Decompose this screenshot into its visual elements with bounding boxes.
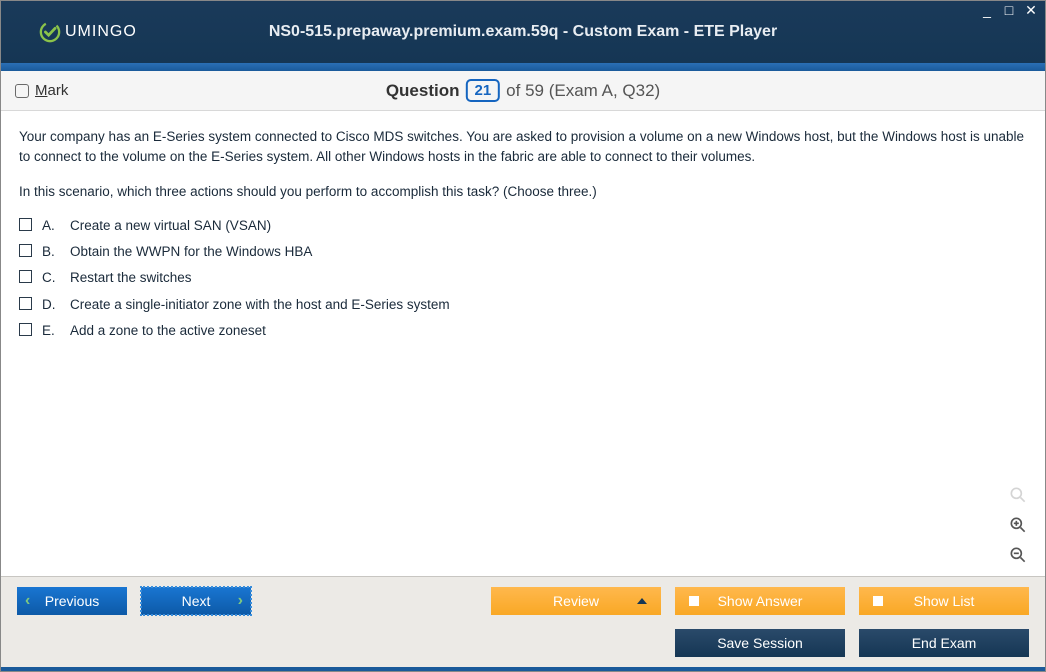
close-button[interactable]: ✕ — [1023, 3, 1039, 19]
button-label: Review — [553, 593, 599, 609]
button-label: Previous — [45, 593, 99, 609]
save-session-button[interactable]: Save Session — [675, 629, 845, 657]
chevron-left-icon: ‹ — [25, 592, 30, 610]
app-logo: UMINGO — [1, 21, 137, 43]
logo-checkmark-icon — [39, 21, 61, 43]
option-text: Create a new virtual SAN (VSAN) — [70, 216, 271, 236]
option-letter: C. — [42, 268, 60, 288]
button-label: Save Session — [717, 635, 803, 651]
checkbox-icon — [19, 244, 32, 257]
mark-checkbox-icon — [15, 84, 29, 98]
minimize-button[interactable]: _ — [979, 3, 995, 19]
question-paragraph-1: Your company has an E-Series system conn… — [19, 127, 1027, 168]
zoom-out-icon[interactable] — [1007, 544, 1029, 566]
mark-label: Mark — [35, 82, 68, 99]
maximize-button[interactable]: □ — [1001, 3, 1017, 19]
question-number[interactable]: 21 — [465, 79, 500, 102]
header-divider — [1, 63, 1045, 71]
action-buttons: Review Show Answer Show List — [491, 587, 1029, 615]
option-a[interactable]: A. Create a new virtual SAN (VSAN) — [19, 216, 1027, 236]
option-letter: D. — [42, 295, 60, 315]
checkbox-icon — [19, 270, 32, 283]
option-text: Restart the switches — [70, 268, 192, 288]
question-paragraph-2: In this scenario, which three actions sh… — [19, 182, 1027, 202]
checkbox-icon — [19, 297, 32, 310]
option-text: Create a single-initiator zone with the … — [70, 295, 450, 315]
window-title: NS0-515.prepaway.premium.exam.59q - Cust… — [269, 23, 777, 41]
next-button[interactable]: Next › — [141, 587, 251, 615]
triangle-up-icon — [637, 598, 647, 604]
checkbox-icon — [19, 218, 32, 231]
question-content: Your company has an E-Series system conn… — [1, 111, 1045, 576]
question-total: of 59 (Exam A, Q32) — [506, 81, 660, 101]
options-list: A. Create a new virtual SAN (VSAN) B. Ob… — [19, 216, 1027, 341]
window-controls: _ □ ✕ — [979, 3, 1039, 19]
option-e[interactable]: E. Add a zone to the active zoneset — [19, 321, 1027, 341]
option-letter: A. — [42, 216, 60, 236]
nav-buttons: ‹ Previous Next › — [17, 587, 251, 615]
question-position: Question 21 of 59 (Exam A, Q32) — [386, 79, 660, 102]
question-word: Question — [386, 81, 460, 101]
show-answer-button[interactable]: Show Answer — [675, 587, 845, 615]
chevron-right-icon: › — [238, 592, 243, 610]
option-b[interactable]: B. Obtain the WWPN for the Windows HBA — [19, 242, 1027, 262]
square-icon — [689, 596, 699, 606]
option-text: Obtain the WWPN for the Windows HBA — [70, 242, 312, 262]
footer-border — [1, 667, 1045, 671]
titlebar: UMINGO NS0-515.prepaway.premium.exam.59q… — [1, 1, 1045, 63]
end-exam-button[interactable]: End Exam — [859, 629, 1029, 657]
button-label: Show List — [914, 593, 975, 609]
zoom-controls — [1007, 484, 1029, 566]
bottom-toolbar: ‹ Previous Next › Review Show Answer Sho… — [1, 576, 1045, 667]
option-d[interactable]: D. Create a single-initiator zone with t… — [19, 295, 1027, 315]
button-label: End Exam — [912, 635, 977, 651]
square-icon — [873, 596, 883, 606]
option-text: Add a zone to the active zoneset — [70, 321, 266, 341]
review-button[interactable]: Review — [491, 587, 661, 615]
button-label: Next — [182, 593, 211, 609]
logo-text: UMINGO — [65, 23, 137, 41]
checkbox-icon — [19, 323, 32, 336]
option-letter: E. — [42, 321, 60, 341]
option-c[interactable]: C. Restart the switches — [19, 268, 1027, 288]
search-icon[interactable] — [1007, 484, 1029, 506]
show-list-button[interactable]: Show List — [859, 587, 1029, 615]
option-letter: B. — [42, 242, 60, 262]
previous-button[interactable]: ‹ Previous — [17, 587, 127, 615]
button-label: Show Answer — [718, 593, 803, 609]
mark-toggle[interactable]: Mark — [15, 82, 68, 99]
question-bar: Mark Question 21 of 59 (Exam A, Q32) — [1, 71, 1045, 111]
zoom-in-icon[interactable] — [1007, 514, 1029, 536]
